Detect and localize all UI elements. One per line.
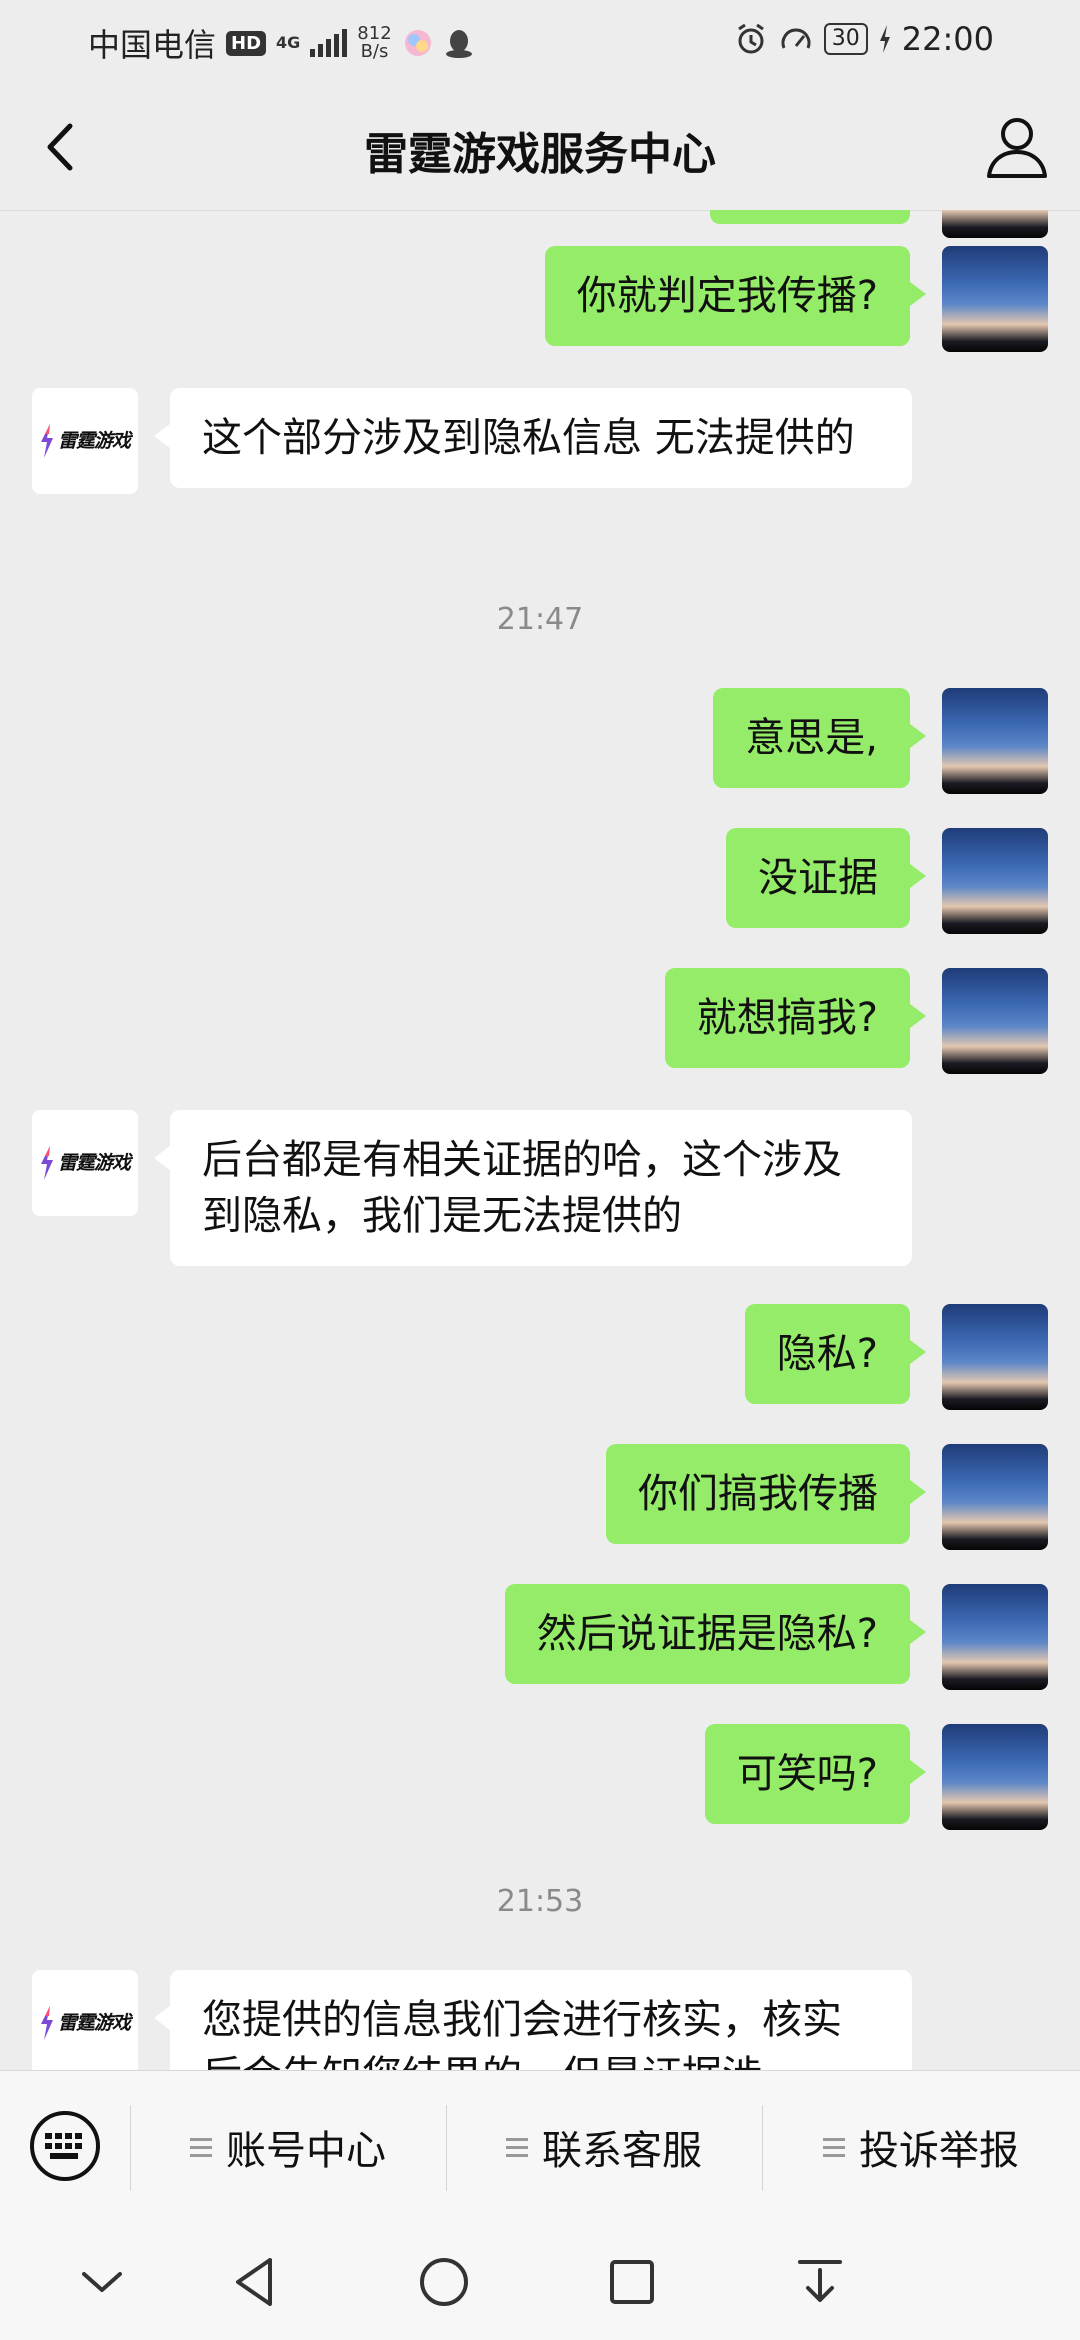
bot-avatar[interactable]: 雷霆游戏 [32, 1110, 138, 1216]
keyboard-toggle-icon[interactable] [28, 2109, 102, 2183]
menu-label: 账号中心 [226, 2128, 386, 2174]
charging-icon [879, 25, 890, 53]
alarm-icon [737, 23, 764, 54]
signal-icon [310, 29, 348, 57]
service-menu-bar: 账号中心 联系客服 投诉举报 [0, 2070, 1080, 2223]
menu-account-center[interactable]: 账号中心 [130, 2071, 446, 2223]
bot-logo-text: 雷霆游戏 [58, 430, 131, 452]
chat-header: 雷霆游戏服务中心 [0, 84, 1080, 211]
thunder-logo-icon [41, 2006, 53, 2040]
menu-contact-support[interactable]: 联系客服 [446, 2071, 762, 2223]
message-bubble[interactable]: 就想搞我? [664, 968, 927, 1068]
thunder-logo-icon [41, 1146, 53, 1180]
carrier-label: 中国电信 [88, 26, 217, 64]
hd-badge: HD [226, 30, 267, 56]
qq-icon [445, 30, 472, 58]
user-avatar[interactable] [942, 210, 1048, 238]
nav-recents-icon[interactable] [602, 2252, 662, 2312]
message-bubble[interactable]: 你就判定我传播? [544, 246, 927, 346]
user-avatar[interactable] [942, 1304, 1048, 1410]
user-avatar[interactable] [942, 968, 1048, 1074]
chevron-down-icon[interactable] [72, 2252, 132, 2312]
timestamp: 21:53 [496, 1884, 584, 1919]
message-bubble[interactable]: 没证据 [726, 828, 926, 928]
nav-notification-pull-icon[interactable] [790, 2252, 850, 2312]
message-bubble[interactable]: 后台都是有相关证据的哈，这个涉及到隐私，我们是无法提供的 [154, 1110, 912, 1266]
chat-area[interactable]: 你就判定我传播? 雷霆游戏 这个部分涉及到隐私信息 无法提供的 21:47 意思… [0, 210, 1080, 2070]
user-avatar[interactable] [942, 1724, 1048, 1830]
user-avatar[interactable] [942, 246, 1048, 352]
menu-label: 联系客服 [542, 2128, 702, 2174]
message-bubble[interactable]: 您提供的信息我们会进行核实，核实后会告知您结果的，但是证据涉 [154, 1970, 912, 2070]
message-bubble[interactable]: 你们搞我传播 [606, 1444, 926, 1544]
battery-level: 30 [823, 23, 868, 55]
message-bubble-partial [710, 210, 910, 224]
bot-logo-text: 雷霆游戏 [58, 1152, 131, 1174]
menu-list-icon [823, 2133, 845, 2162]
nav-home-icon[interactable] [414, 2252, 474, 2312]
app-notification-icon [404, 30, 431, 56]
user-avatar[interactable] [942, 828, 1048, 934]
user-avatar[interactable] [942, 1444, 1048, 1550]
speed-unit: B/s [360, 41, 389, 62]
message-bubble[interactable]: 意思是, [713, 688, 926, 788]
user-avatar[interactable] [942, 688, 1048, 794]
clock: 22:00 [901, 20, 994, 58]
bot-avatar[interactable]: 雷霆游戏 [32, 388, 138, 494]
menu-list-icon [190, 2133, 212, 2162]
profile-icon[interactable] [980, 110, 1054, 184]
bot-logo-text: 雷霆游戏 [58, 2012, 131, 2034]
timestamp: 21:47 [496, 602, 584, 637]
message-bubble[interactable]: 这个部分涉及到隐私信息 无法提供的 [154, 388, 912, 488]
user-avatar[interactable] [942, 1584, 1048, 1690]
network-type: 4G [276, 33, 301, 52]
page-title: 雷霆游戏服务中心 [364, 129, 716, 180]
menu-label: 投诉举报 [859, 2128, 1019, 2174]
status-bar: 中国电信 HD 4G 812 B/s 30 22:00 [0, 0, 1080, 84]
message-bubble[interactable]: 隐私? [744, 1304, 927, 1404]
menu-list-icon [506, 2133, 528, 2162]
system-nav-bar [0, 2222, 1080, 2340]
message-bubble[interactable]: 可笑吗? [704, 1724, 927, 1824]
data-saver-icon [781, 28, 811, 49]
bot-avatar[interactable]: 雷霆游戏 [32, 1970, 138, 2070]
menu-complaint-report[interactable]: 投诉举报 [762, 2071, 1080, 2223]
network-speed: 812 B/s [357, 25, 391, 61]
thunder-logo-icon [41, 424, 53, 458]
message-bubble[interactable]: 然后说证据是隐私? [504, 1584, 927, 1684]
nav-back-icon[interactable] [226, 2252, 286, 2312]
